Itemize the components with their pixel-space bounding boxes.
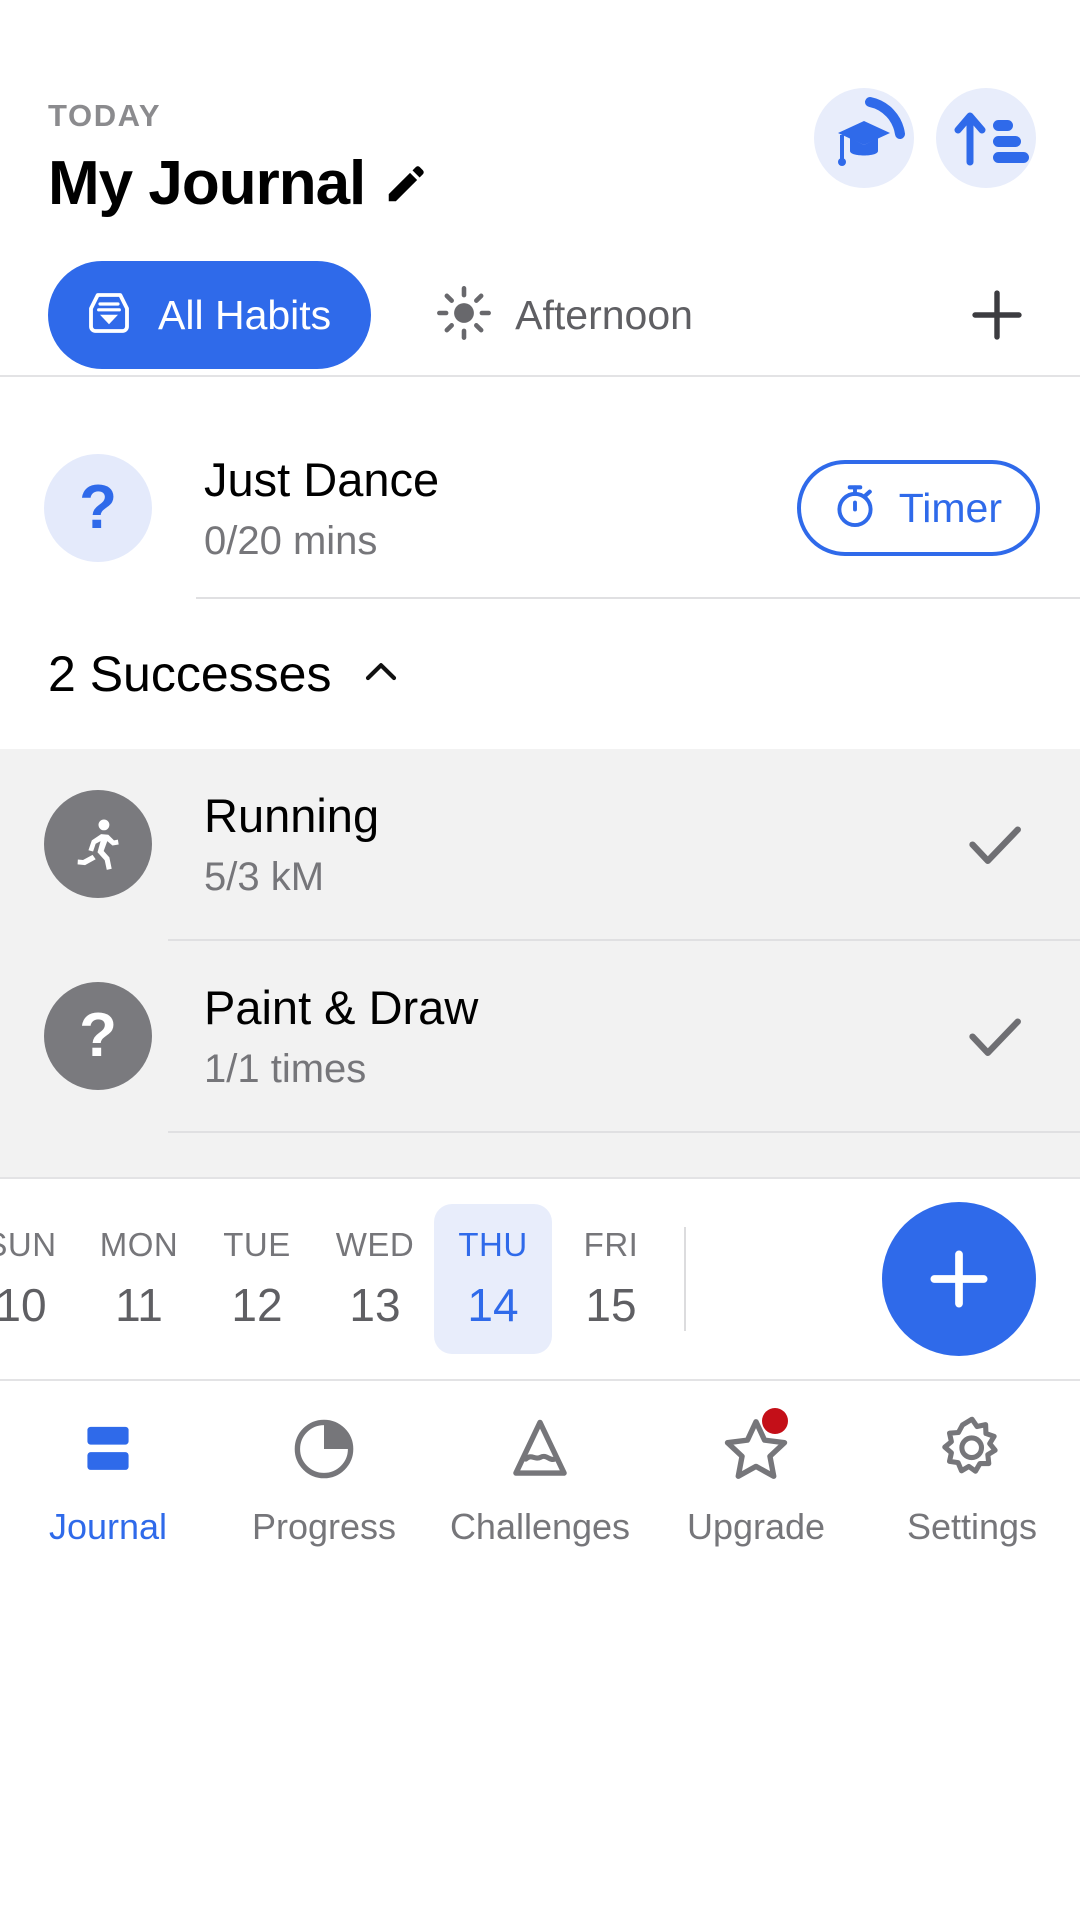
pending-spacer: [0, 377, 1080, 419]
running-person-icon: [44, 790, 152, 898]
page-header: TODAY My Journal: [0, 70, 1080, 219]
pie-chart-icon: [286, 1410, 362, 1488]
day-number: 12: [231, 1279, 283, 1331]
question-mark-icon: ?: [44, 454, 152, 562]
gear-icon: [934, 1410, 1010, 1488]
day-name: FRI: [583, 1226, 639, 1263]
check-icon[interactable]: [950, 991, 1040, 1081]
nav-item-challenges[interactable]: Challenges: [432, 1381, 648, 1577]
add-entry-fab[interactable]: [882, 1202, 1036, 1356]
day-number: 14: [467, 1279, 519, 1331]
chevron-up-icon[interactable]: [357, 648, 405, 701]
nav-label: Settings: [906, 1506, 1038, 1547]
bottom-navigation: Journal Progress Challenges Upgrade Sett…: [0, 1379, 1080, 1577]
filter-all-habits[interactable]: All Habits: [48, 261, 372, 369]
avatar-glyph: ?: [79, 1001, 117, 1070]
nav-item-settings[interactable]: Settings: [864, 1381, 1080, 1577]
date-cell-fri[interactable]: FRI 15: [552, 1204, 670, 1354]
day-number: 15: [585, 1279, 637, 1331]
habit-name: Just Dance: [204, 453, 440, 506]
page-title: My Journal: [48, 149, 366, 218]
day-number: 13: [349, 1279, 401, 1331]
date-cell-thu[interactable]: THU 14: [434, 1204, 552, 1354]
journal-icon: [70, 1410, 146, 1488]
day-name: SUN: [0, 1226, 57, 1263]
avatar-glyph: ?: [79, 473, 117, 542]
success-section-spacer: [0, 1133, 1080, 1177]
habit-progress: 0/20 mins: [204, 519, 378, 563]
upgrade-badge-dot: [762, 1408, 788, 1434]
nav-item-upgrade[interactable]: Upgrade: [648, 1381, 864, 1577]
successes-header[interactable]: 2 Successes: [0, 599, 1080, 749]
pencil-icon[interactable]: [383, 161, 429, 207]
day-number: 10: [0, 1279, 47, 1331]
check-icon[interactable]: [950, 799, 1040, 889]
stopwatch-icon: [829, 480, 881, 537]
date-cell-wed[interactable]: WED 13: [316, 1204, 434, 1354]
day-number: 11: [115, 1279, 163, 1331]
date-strip: SUN 10 MON 11 TUE 12 WED 13 THU 14 FRI 1…: [0, 1177, 1080, 1379]
date-strip-divider: [684, 1227, 686, 1331]
habit-texts: Running 5/3 kM: [204, 788, 379, 900]
add-habit-button[interactable]: [954, 272, 1040, 358]
nav-label: Journal: [48, 1506, 168, 1547]
nav-label: Progress: [251, 1506, 397, 1547]
habit-progress: 5/3 kM: [204, 855, 325, 899]
habit-name: Paint & Draw: [204, 981, 479, 1034]
filter-row: All Habits Afternoon: [0, 255, 1080, 375]
filter-time-of-day[interactable]: Afternoon: [435, 284, 693, 347]
habit-texts: Paint & Draw 1/1 times: [204, 980, 478, 1092]
habit-texts: Just Dance 0/20 mins: [204, 452, 439, 564]
mountain-icon: [502, 1410, 578, 1488]
star-icon: [718, 1408, 794, 1488]
habit-row-running[interactable]: Running 5/3 kM: [0, 749, 1080, 939]
graduation-cap-progress-icon[interactable]: [814, 88, 914, 188]
status-bar: [0, 0, 1080, 70]
day-name: WED: [335, 1226, 415, 1263]
nav-item-progress[interactable]: Progress: [216, 1381, 432, 1577]
day-name: THU: [458, 1226, 528, 1263]
nav-label: Upgrade: [686, 1506, 826, 1547]
question-mark-icon: ?: [44, 982, 152, 1090]
successes-section: Running 5/3 kM ? Paint & Draw 1/1 times: [0, 749, 1080, 1177]
sort-ascending-icon[interactable]: [936, 88, 1036, 188]
sun-icon: [435, 284, 493, 347]
date-cell-sun[interactable]: SUN 10: [0, 1204, 80, 1354]
habit-row-paint-draw[interactable]: ? Paint & Draw 1/1 times: [0, 941, 1080, 1131]
nav-item-journal[interactable]: Journal: [0, 1381, 216, 1577]
successes-label: 2 Successes: [48, 646, 332, 702]
habit-name: Running: [204, 789, 380, 842]
inbox-icon: [82, 286, 136, 345]
habit-row-just-dance[interactable]: ? Just Dance 0/20 mins Timer: [0, 419, 1080, 597]
filter-all-habits-label: All Habits: [158, 291, 332, 338]
header-actions: [814, 88, 1036, 188]
day-name: TUE: [223, 1226, 291, 1263]
timer-button-label: Timer: [898, 484, 1002, 531]
timer-button[interactable]: Timer: [796, 460, 1040, 556]
habit-progress: 1/1 times: [204, 1047, 367, 1091]
date-cell-tue[interactable]: TUE 12: [198, 1204, 316, 1354]
day-name: MON: [99, 1226, 179, 1263]
date-strip-days[interactable]: SUN 10 MON 11 TUE 12 WED 13 THU 14 FRI 1…: [0, 1204, 882, 1354]
app-root: TODAY My Journal All Habits Afternoon ? …: [0, 0, 1080, 1920]
nav-label: Challenges: [449, 1506, 631, 1547]
date-cell-mon[interactable]: MON 11: [80, 1204, 198, 1354]
filter-time-of-day-label: Afternoon: [515, 291, 693, 338]
